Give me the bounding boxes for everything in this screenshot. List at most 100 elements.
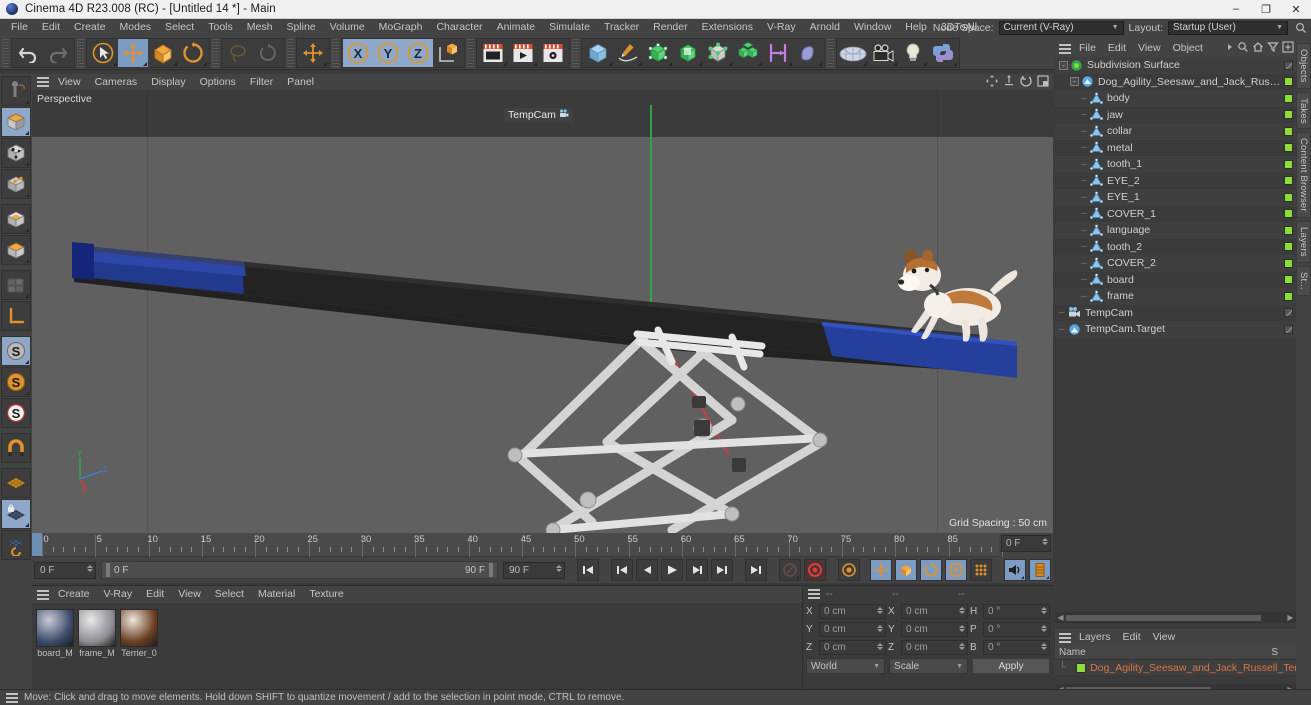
axis-mode-button[interactable] bbox=[1, 301, 31, 331]
menu-item-create[interactable]: Create bbox=[67, 19, 113, 36]
object-tree-row[interactable]: – collar bbox=[1055, 123, 1296, 140]
go-to-next-key-button[interactable] bbox=[711, 559, 733, 581]
layer-row[interactable]: └ Dog_Agility_Seesaw_and_Jack_Russell_Ter… bbox=[1055, 660, 1311, 675]
zoom-view-icon[interactable] bbox=[1003, 75, 1015, 90]
key-scale-button[interactable] bbox=[895, 559, 917, 581]
quantize-button[interactable]: S bbox=[1, 398, 31, 428]
world-object-coordinates-button[interactable] bbox=[433, 39, 463, 67]
scroll-thumb[interactable] bbox=[1066, 614, 1261, 621]
add-dynamics-button[interactable] bbox=[763, 39, 793, 67]
filter-icon[interactable] bbox=[1267, 41, 1279, 56]
object-tree-row[interactable]: – tooth_2 bbox=[1055, 238, 1296, 255]
lock-x-axis-button[interactable]: X bbox=[343, 38, 373, 67]
stepper[interactable] bbox=[959, 606, 965, 614]
make-editable-button[interactable] bbox=[1, 76, 31, 106]
object-tree-row[interactable]: – body bbox=[1055, 90, 1296, 107]
3d-viewport[interactable]: Perspective TempCam Grid Spacing : 50 cm… bbox=[32, 90, 1053, 533]
play-button[interactable] bbox=[661, 559, 683, 581]
pan-view-icon[interactable] bbox=[986, 75, 998, 90]
material-menu-icon[interactable] bbox=[35, 588, 51, 602]
points-mode-button[interactable] bbox=[1, 204, 31, 234]
enable-snap-button[interactable]: S bbox=[1, 336, 31, 366]
step-forward-button[interactable] bbox=[686, 559, 708, 581]
menu-item-object[interactable]: Object bbox=[1167, 40, 1209, 57]
material-tag-icon[interactable] bbox=[1284, 209, 1293, 219]
go-to-end-button[interactable] bbox=[745, 559, 767, 581]
start-frame-stepper[interactable] bbox=[87, 564, 93, 572]
object-tree-row[interactable]: - Dog_Agility_Seesaw_and_Jack_Russell_Ter… bbox=[1055, 73, 1296, 90]
close-button[interactable]: ✕ bbox=[1281, 0, 1311, 19]
undo-button[interactable] bbox=[13, 39, 43, 67]
object-tree-row[interactable]: – frame bbox=[1055, 288, 1296, 305]
menu-item-mesh[interactable]: Mesh bbox=[240, 19, 280, 36]
object-tree-row[interactable]: – TempCam bbox=[1055, 304, 1296, 321]
maximize-viewport-icon[interactable] bbox=[1037, 75, 1049, 90]
coordinate-field-position-z[interactable]: 0 cm bbox=[819, 639, 886, 655]
add-field-button[interactable] bbox=[703, 39, 733, 67]
sound-toggle-button[interactable] bbox=[1004, 559, 1026, 581]
layer-menu-icon[interactable] bbox=[1057, 631, 1073, 645]
menu-item-layers[interactable]: Layers bbox=[1073, 629, 1117, 646]
object-tree-row[interactable]: – EYE_1 bbox=[1055, 189, 1296, 206]
menu-item-material[interactable]: Material bbox=[251, 586, 302, 603]
menu-item-texture[interactable]: Texture bbox=[302, 586, 350, 603]
lasso-select-button[interactable] bbox=[223, 39, 253, 67]
menu-item-view[interactable]: View bbox=[171, 586, 208, 603]
step-back-button[interactable] bbox=[636, 559, 658, 581]
stepper[interactable] bbox=[1041, 624, 1047, 632]
coordinate-field-position-y[interactable]: 0 cm bbox=[819, 621, 886, 637]
rotate-view-icon[interactable] bbox=[1020, 75, 1032, 90]
material-tag-icon[interactable] bbox=[1284, 242, 1293, 252]
coordinate-field-position-x[interactable]: 0 cm bbox=[819, 603, 886, 619]
object-visibility-tag-icon[interactable] bbox=[1284, 308, 1293, 318]
menu-item-v-ray[interactable]: V-Ray bbox=[760, 19, 803, 36]
workplane-rotate-button[interactable] bbox=[1, 530, 31, 560]
material-tag-icon[interactable] bbox=[1284, 225, 1293, 235]
menu-item-edit[interactable]: Edit bbox=[1117, 629, 1147, 646]
object-tree-row[interactable]: – TempCam.Target bbox=[1055, 321, 1296, 338]
object-tree[interactable]: - Subdivision Surface - Dog_Agility_Seesaw_… bbox=[1055, 57, 1296, 599]
toolbar-grip[interactable] bbox=[827, 38, 834, 67]
object-tree-row[interactable]: – metal bbox=[1055, 139, 1296, 156]
menu-item-simulate[interactable]: Simulate bbox=[542, 19, 597, 36]
menu-item-mograph[interactable]: MoGraph bbox=[372, 19, 430, 36]
toolbar-grip[interactable] bbox=[287, 38, 294, 67]
coordinate-field-size-y[interactable]: 0 cm bbox=[901, 621, 968, 637]
more-arrow-icon[interactable] bbox=[1226, 42, 1234, 55]
uv-mode-button[interactable] bbox=[1, 270, 31, 300]
menu-item-spline[interactable]: Spline bbox=[279, 19, 322, 36]
menu-item-v-ray[interactable]: V-Ray bbox=[97, 586, 140, 603]
scroll-right-icon[interactable]: ▶ bbox=[1285, 613, 1296, 622]
go-to-start-button[interactable] bbox=[577, 559, 599, 581]
coordinate-field-rotation-p[interactable]: 0 ° bbox=[983, 621, 1050, 637]
material-tag-icon[interactable] bbox=[1284, 291, 1293, 301]
coordinate-space-select[interactable]: World ▼ bbox=[806, 658, 886, 674]
menu-item-file[interactable]: File bbox=[4, 19, 35, 36]
snap-settings-button[interactable]: S bbox=[1, 367, 31, 397]
menu-item-modes[interactable]: Modes bbox=[113, 19, 159, 36]
toolbar-grip[interactable] bbox=[212, 38, 219, 67]
stepper[interactable] bbox=[959, 624, 965, 632]
menu-item-file[interactable]: File bbox=[1073, 40, 1102, 57]
material-item[interactable]: frame_M bbox=[78, 609, 116, 658]
menu-item-select[interactable]: Select bbox=[158, 19, 201, 36]
polygons-mode-button[interactable] bbox=[1, 235, 31, 265]
magnet-tool-button[interactable] bbox=[1, 433, 31, 463]
scroll-left-icon[interactable]: ◀ bbox=[1055, 613, 1066, 622]
coordinate-field-size-x[interactable]: 0 cm bbox=[901, 603, 968, 619]
end-frame-field[interactable]: 90 F bbox=[503, 561, 565, 579]
go-to-previous-key-button[interactable] bbox=[611, 559, 633, 581]
material-tag-icon[interactable] bbox=[1284, 275, 1293, 285]
object-manager-menu-icon[interactable] bbox=[1057, 42, 1073, 56]
coordinates-menu-icon[interactable] bbox=[806, 587, 822, 601]
material-tag-icon[interactable] bbox=[1284, 143, 1293, 153]
add-camera-button[interactable] bbox=[868, 39, 898, 67]
rotate-tool-button[interactable] bbox=[178, 39, 208, 67]
toolbar-grip[interactable] bbox=[77, 38, 84, 67]
add-cube-button[interactable] bbox=[583, 39, 613, 67]
stepper[interactable] bbox=[1041, 642, 1047, 650]
add-layer-icon[interactable] bbox=[1282, 41, 1294, 56]
render-region-button[interactable] bbox=[508, 39, 538, 67]
side-tab-layers[interactable]: Layers bbox=[1296, 221, 1311, 263]
lock-y-axis-button[interactable]: Y bbox=[373, 38, 403, 67]
